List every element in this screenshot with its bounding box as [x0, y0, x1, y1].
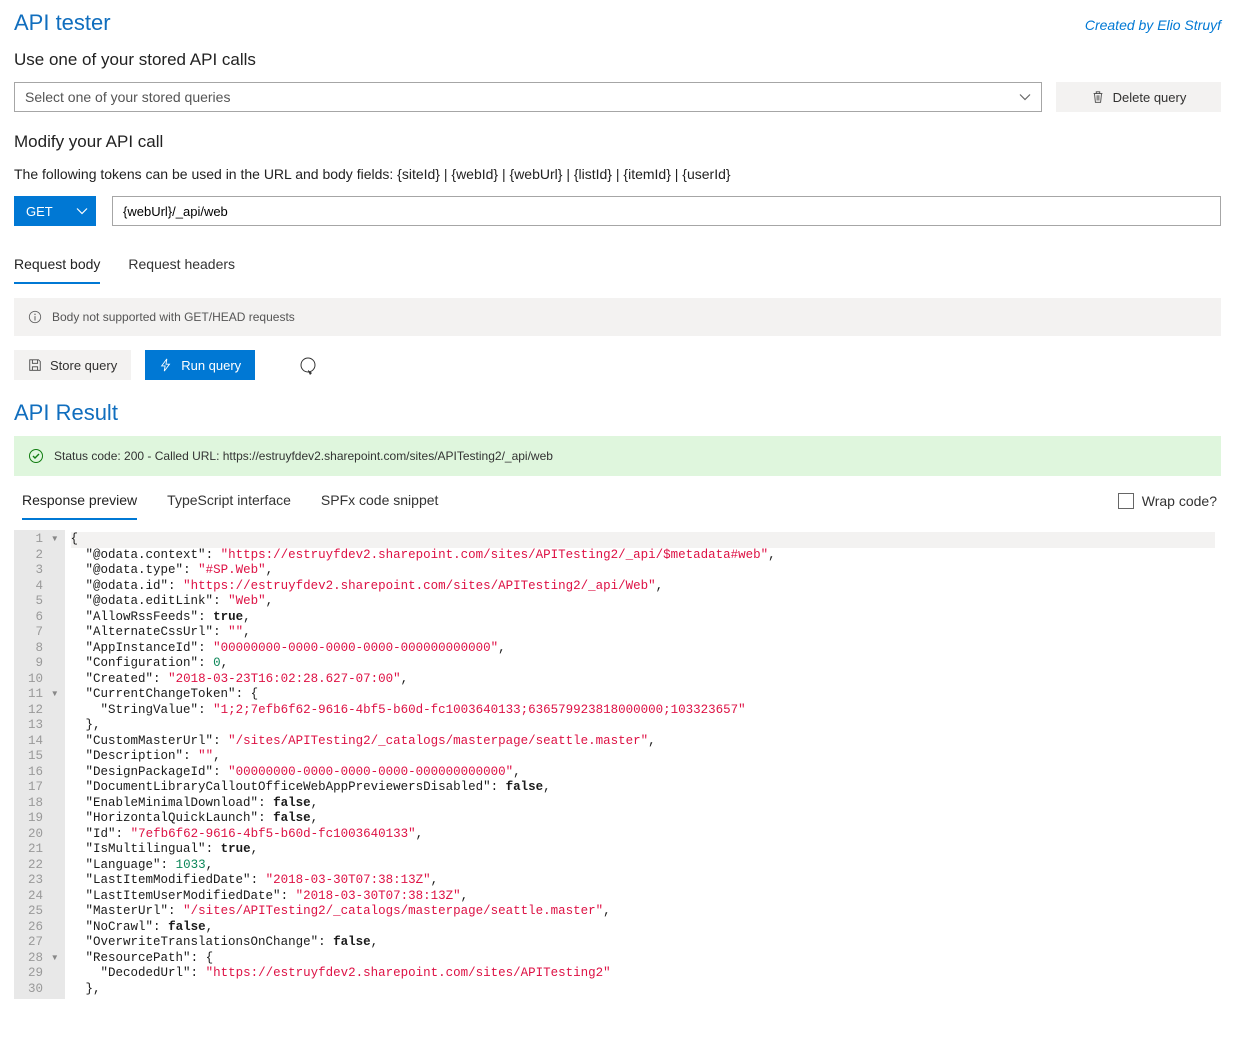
lightning-icon — [159, 358, 173, 372]
http-method-value: GET — [26, 204, 53, 219]
body-info-text: Body not supported with GET/HEAD request… — [52, 310, 295, 324]
delete-query-label: Delete query — [1113, 90, 1187, 105]
tab-response-preview[interactable]: Response preview — [22, 482, 137, 520]
stored-query-dropdown[interactable]: Select one of your stored queries — [14, 82, 1042, 112]
status-bar: Status code: 200 - Called URL: https://e… — [14, 436, 1221, 476]
modify-call-label: Modify your API call — [14, 132, 1221, 152]
check-circle-icon — [28, 448, 44, 464]
tab-request-body[interactable]: Request body — [14, 246, 100, 284]
page-title: API tester — [14, 10, 111, 36]
result-title: API Result — [14, 400, 1221, 426]
wrap-code-checkbox[interactable]: Wrap code? — [1118, 493, 1217, 509]
http-method-dropdown[interactable]: GET — [14, 196, 96, 226]
store-query-button[interactable]: Store query — [14, 350, 131, 380]
api-url-input[interactable] — [112, 196, 1221, 226]
stored-query-placeholder: Select one of your stored queries — [25, 89, 230, 105]
tab-typescript-interface[interactable]: TypeScript interface — [167, 482, 291, 520]
info-icon — [28, 310, 42, 324]
tab-request-headers[interactable]: Request headers — [128, 246, 235, 284]
chevron-down-icon — [76, 205, 88, 217]
trash-icon — [1091, 90, 1105, 104]
status-text: Status code: 200 - Called URL: https://e… — [54, 449, 553, 463]
tokens-help: The following tokens can be used in the … — [14, 166, 1221, 182]
code-content[interactable]: { "@odata.context": "https://estruyfdev2… — [65, 530, 1221, 999]
save-icon — [28, 358, 42, 372]
chevron-down-icon — [1019, 91, 1031, 103]
run-query-button[interactable]: Run query — [145, 350, 255, 380]
tab-spfx-snippet[interactable]: SPFx code snippet — [321, 482, 439, 520]
stored-calls-label: Use one of your stored API calls — [14, 50, 1221, 70]
body-info-bar: Body not supported with GET/HEAD request… — [14, 298, 1221, 336]
store-query-label: Store query — [50, 358, 117, 373]
credit-link[interactable]: Created by Elio Struyf — [1085, 17, 1221, 33]
run-query-label: Run query — [181, 358, 241, 373]
cursor-icon — [299, 356, 319, 376]
wrap-code-label: Wrap code? — [1142, 493, 1217, 509]
code-gutter: 1 ▾ 2 3 4 5 6 7 8 9 10 11 ▾ 12 13 14 15 … — [14, 530, 65, 999]
checkbox-icon — [1118, 493, 1134, 509]
delete-query-button[interactable]: Delete query — [1056, 82, 1221, 112]
